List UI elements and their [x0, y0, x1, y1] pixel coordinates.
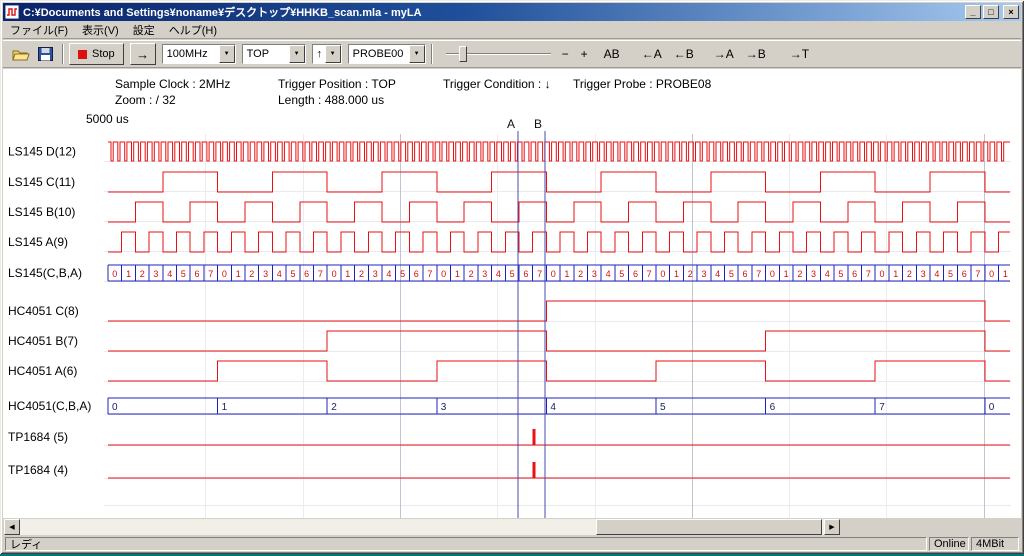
- probe-combo[interactable]: PROBE00 ▼: [348, 44, 426, 64]
- goto-trigger-button[interactable]: →T: [787, 45, 812, 63]
- minimize-button[interactable]: _: [965, 5, 981, 19]
- title-bar[interactable]: C:¥Documents and Settings¥noname¥デスクトップ¥…: [3, 3, 1021, 21]
- prev-b-button[interactable]: ←B: [671, 45, 697, 63]
- maximize-button[interactable]: □: [983, 5, 999, 19]
- chevron-down-icon[interactable]: ▼: [325, 45, 341, 63]
- trigger-condition-text: Trigger Condition : ↓: [443, 77, 551, 91]
- stop-icon: [78, 50, 87, 59]
- scrollbar-row: ◀ ▶: [3, 518, 1021, 536]
- trigger-position-value: TOP: [243, 48, 289, 60]
- save-button[interactable]: [33, 43, 57, 65]
- trigger-position-text: Trigger Position : TOP: [278, 77, 396, 91]
- scrollbar-thumb[interactable]: [596, 519, 822, 535]
- time-scale-label: 5000 us: [86, 112, 129, 126]
- status-bar: レディ Online 4MBit: [3, 536, 1021, 552]
- floppy-icon: [38, 47, 53, 61]
- chevron-down-icon[interactable]: ▼: [409, 45, 425, 63]
- open-button[interactable]: [9, 43, 33, 65]
- trigger-edge-value: ↑: [313, 48, 325, 60]
- status-online-badge: Online: [929, 537, 969, 551]
- toolbar-separator: [62, 44, 64, 64]
- zoom-slider[interactable]: [446, 44, 551, 64]
- ab-range-button[interactable]: AB: [601, 45, 623, 63]
- run-button[interactable]: →: [130, 43, 156, 65]
- open-folder-icon: [12, 48, 30, 61]
- status-memory-badge: 4MBit: [971, 537, 1019, 551]
- menu-file[interactable]: ファイル(F): [3, 20, 75, 40]
- next-b-button[interactable]: →B: [743, 45, 769, 63]
- stop-label: Stop: [92, 48, 115, 60]
- waveform-panel: [3, 69, 1021, 518]
- zoom-in-button[interactable]: +: [578, 45, 591, 63]
- close-button[interactable]: ×: [1003, 5, 1019, 19]
- length-text: Length : 488.000 us: [278, 93, 384, 107]
- prev-a-button[interactable]: ←A: [639, 45, 665, 63]
- zoom-out-button[interactable]: −: [559, 45, 572, 63]
- clock-combo[interactable]: 100MHz ▼: [162, 44, 236, 64]
- zoom-text: Zoom : / 32: [115, 93, 176, 107]
- trigger-probe-text: Trigger Probe : PROBE08: [573, 77, 711, 91]
- window-icon[interactable]: [5, 5, 19, 19]
- menu-bar: ファイル(F) 表示(V) 設定 ヘルプ(H): [3, 22, 1021, 39]
- stop-button[interactable]: Stop: [69, 43, 124, 65]
- menu-view[interactable]: 表示(V): [75, 20, 126, 40]
- tool-bar: Stop → 100MHz ▼ TOP ▼ ↑ ▼ PROBE00 ▼ − + …: [3, 40, 1021, 68]
- next-a-button[interactable]: →A: [711, 45, 737, 63]
- status-ready-text: レディ: [5, 537, 927, 551]
- slider-handle[interactable]: [459, 46, 467, 62]
- sample-clock-text: Sample Clock : 2MHz: [115, 77, 230, 91]
- menu-settings[interactable]: 設定: [126, 20, 162, 40]
- scroll-right-icon[interactable]: ▶: [824, 519, 840, 535]
- trigger-edge-combo[interactable]: ↑ ▼: [312, 44, 342, 64]
- clock-combo-value: 100MHz: [163, 48, 219, 60]
- scroll-left-icon[interactable]: ◀: [4, 519, 20, 535]
- trigger-position-combo[interactable]: TOP ▼: [242, 44, 306, 64]
- chevron-down-icon[interactable]: ▼: [289, 45, 305, 63]
- app-window: C:¥Documents and Settings¥noname¥デスクトップ¥…: [0, 0, 1024, 554]
- horizontal-scrollbar[interactable]: ◀ ▶: [4, 519, 840, 535]
- probe-combo-value: PROBE00: [349, 48, 409, 60]
- toolbar-separator: [431, 44, 433, 64]
- menu-help[interactable]: ヘルプ(H): [162, 20, 224, 40]
- window-title: C:¥Documents and Settings¥noname¥デスクトップ¥…: [23, 4, 963, 20]
- chevron-down-icon[interactable]: ▼: [219, 45, 235, 63]
